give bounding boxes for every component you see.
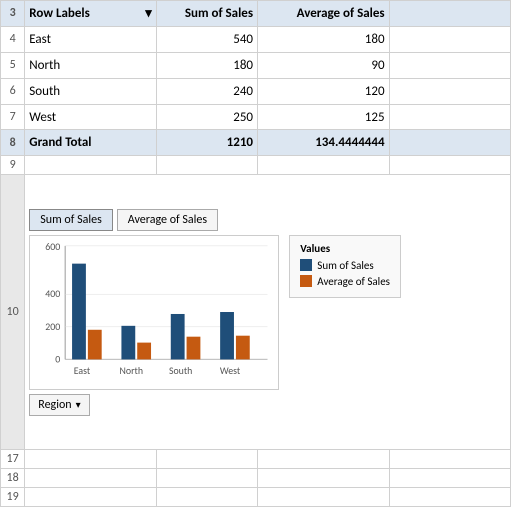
legend-avg-label: Average of Sales (317, 275, 390, 288)
svg-text:North: North (120, 365, 143, 377)
svg-text:South: South (169, 365, 192, 377)
empty-row-9: 9 (1, 156, 511, 175)
table-row: 6 South 240 120 (1, 78, 511, 104)
pivot-header-row: 3 Row Labels ▾ Sum of Sales Average of S… (1, 1, 511, 27)
region-label: Region (38, 398, 71, 412)
north-sum-bar (122, 325, 136, 359)
row-num-3: 3 (1, 1, 25, 27)
extra-col-header (389, 1, 510, 27)
svg-text:600: 600 (46, 240, 61, 252)
legend-title: Values (300, 242, 390, 255)
south-avg: 120 (258, 78, 390, 104)
empty-row-19: 19 (1, 488, 511, 507)
chart-svg-wrapper: 0 200 400 600 (29, 235, 506, 390)
svg-text:200: 200 (46, 320, 61, 332)
region-west: West (25, 104, 157, 130)
empty-row-18: 18 (1, 469, 511, 488)
west-sum: 250 (156, 104, 257, 130)
chart-buttons-row: 10 Sum of Sales Average of Sales (1, 175, 511, 450)
sum-of-sales-header: Sum of Sales (156, 1, 257, 27)
chart-area: Sum of Sales Average of Sales 0 200 (25, 175, 511, 450)
avg-of-sales-chart-button[interactable]: Average of Sales (117, 209, 218, 231)
svg-text:East: East (74, 365, 91, 377)
svg-text:0: 0 (56, 353, 61, 365)
row-labels-header[interactable]: Row Labels ▾ (25, 1, 157, 27)
svg-text:West: West (220, 365, 241, 377)
avg-color-swatch (300, 275, 312, 287)
grand-total-avg: 134.4444444 (258, 130, 390, 156)
sum-of-sales-chart-button[interactable]: Sum of Sales (29, 209, 113, 231)
filter-icon: ▾ (145, 6, 152, 21)
west-avg: 125 (258, 104, 390, 130)
grand-total-label: Grand Total (25, 130, 157, 156)
sum-color-swatch (300, 259, 312, 271)
chart-button-group: Sum of Sales Average of Sales (29, 209, 506, 231)
svg-text:400: 400 (46, 288, 61, 300)
row-num-7: 7 (1, 104, 25, 130)
west-avg-bar (236, 335, 250, 359)
region-south: South (25, 78, 157, 104)
legend-item-sum: Sum of Sales (300, 259, 390, 272)
table-row: 5 North 180 90 (1, 52, 511, 78)
south-sum-bar (171, 314, 185, 359)
dropdown-arrow-icon: ▾ (76, 398, 81, 411)
legend-item-avg: Average of Sales (300, 275, 390, 288)
row-num-6: 6 (1, 78, 25, 104)
row-num-5: 5 (1, 52, 25, 78)
grand-total-sum: 1210 (156, 130, 257, 156)
east-sum-bar (72, 263, 86, 359)
region-north: North (25, 52, 157, 78)
avg-of-sales-header: Average of Sales (258, 1, 390, 27)
north-avg: 90 (258, 52, 390, 78)
row-num-8: 8 (1, 130, 25, 156)
east-avg-bar (88, 329, 102, 359)
region-filter-button[interactable]: Region ▾ (29, 394, 89, 416)
table-row: 7 West 250 125 (1, 104, 511, 130)
row-num-4: 4 (1, 26, 25, 52)
east-sum: 540 (156, 26, 257, 52)
south-sum: 240 (156, 78, 257, 104)
row-labels-filter-button[interactable]: Row Labels ▾ (29, 6, 152, 21)
south-avg-bar (187, 336, 201, 359)
east-avg: 180 (258, 26, 390, 52)
grand-total-row: 8 Grand Total 1210 134.4444444 (1, 130, 511, 156)
row-num-10: 10 (1, 175, 25, 450)
empty-row-17: 17 (1, 450, 511, 469)
region-east: East (25, 26, 157, 52)
west-sum-bar (220, 312, 234, 359)
bar-chart: 0 200 400 600 (29, 235, 279, 390)
legend-sum-label: Sum of Sales (317, 259, 373, 272)
north-avg-bar (138, 342, 152, 359)
table-row: 4 East 540 180 (1, 26, 511, 52)
chart-legend: Values Sum of Sales Average of Sales (289, 235, 401, 298)
row-num-9: 9 (1, 156, 25, 175)
north-sum: 180 (156, 52, 257, 78)
